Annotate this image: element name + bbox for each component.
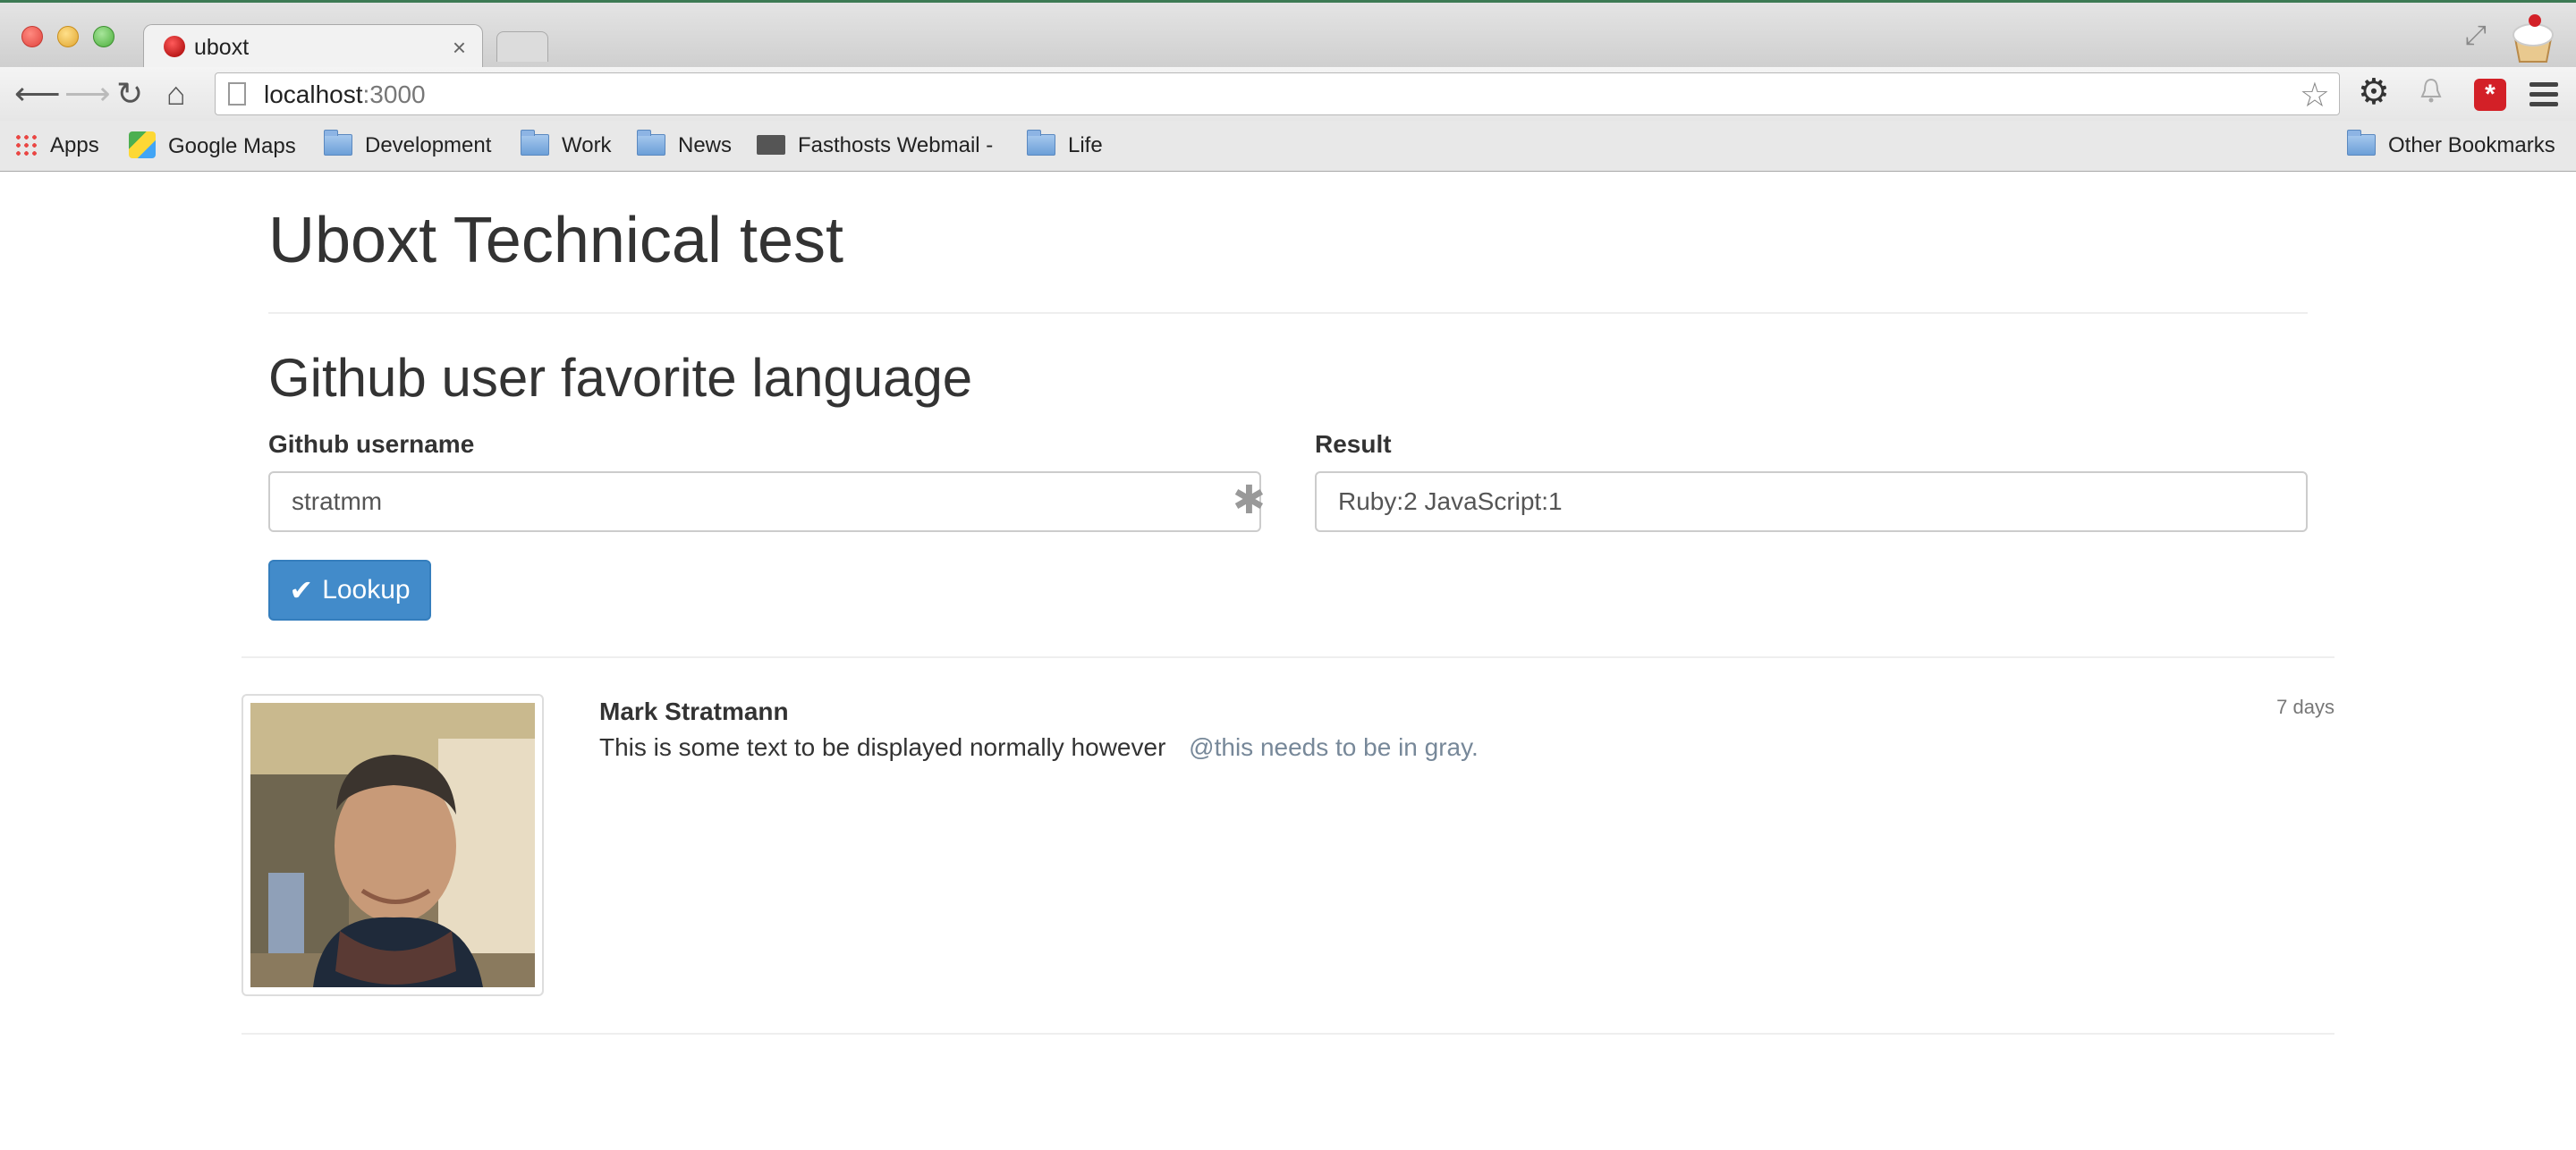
tab-strip: uboxt × ⤢	[0, 0, 2576, 71]
username-input[interactable]	[268, 471, 1261, 532]
lookup-label: Lookup	[322, 575, 411, 605]
post-time: 7 days	[2276, 696, 2334, 718]
close-window-button[interactable]	[21, 26, 43, 47]
profile-cupcake-icon[interactable]	[2508, 12, 2558, 63]
bookmark-fasthosts-webmail[interactable]: Fasthosts Webmail -	[757, 131, 993, 160]
forward-arrow-icon[interactable]: ⟶	[64, 76, 111, 112]
post-item: Mark Stratmann 7 days This is some text …	[242, 694, 2334, 1034]
notification-bell-icon[interactable]	[2420, 78, 2442, 103]
lastpass-icon[interactable]: *	[2474, 79, 2506, 111]
checkmark-icon: ✔	[289, 574, 314, 606]
tab-title: uboxt	[194, 35, 250, 60]
gear-icon[interactable]: ⚙	[2358, 72, 2390, 113]
bookmark-development[interactable]: Development	[324, 130, 491, 160]
mail-icon	[757, 135, 785, 155]
hamburger-menu-icon[interactable]	[2529, 82, 2558, 112]
new-tab-button[interactable]	[496, 31, 548, 62]
lookup-button[interactable]: ✔ Lookup	[268, 560, 431, 621]
address-bar[interactable]: localhost:3000 ☆	[215, 72, 2340, 115]
bookmark-news[interactable]: News	[637, 130, 732, 160]
divider	[242, 656, 2334, 658]
folder-icon	[1027, 130, 1055, 156]
divider	[268, 312, 2308, 314]
avatar[interactable]	[242, 694, 544, 996]
home-icon[interactable]: ⌂	[166, 76, 186, 112]
bookmark-apps[interactable]: Apps	[14, 131, 99, 160]
bookmark-google-maps[interactable]: Google Maps	[129, 131, 296, 160]
user-name: Mark Stratmann	[599, 698, 789, 725]
bookmark-other[interactable]: Other Bookmarks	[2347, 130, 2555, 160]
zoom-window-button[interactable]	[93, 26, 114, 47]
maps-icon	[129, 131, 156, 158]
tab-uboxt[interactable]: uboxt ×	[143, 24, 483, 71]
post-text: This is some text to be displayed normal…	[599, 733, 1479, 762]
post-mention: @this needs to be in gray.	[1189, 733, 1479, 761]
post-text-normal: This is some text to be displayed normal…	[599, 733, 1166, 761]
folder-icon	[2347, 130, 2376, 156]
fullscreen-icon[interactable]: ⤢	[2465, 21, 2487, 51]
page-icon	[228, 82, 246, 106]
result-label: Result	[1315, 430, 1392, 458]
back-arrow-icon[interactable]: ⟵	[14, 76, 61, 112]
bookmark-life[interactable]: Life	[1027, 130, 1103, 160]
bookmark-work[interactable]: Work	[521, 130, 612, 160]
folder-icon	[521, 130, 549, 156]
ruby-favicon-icon	[164, 36, 185, 57]
tab-close-icon[interactable]: ×	[453, 34, 466, 62]
url-text[interactable]: localhost:3000	[264, 80, 426, 109]
username-label: Github username	[268, 430, 475, 458]
bookmark-star-icon[interactable]: ☆	[2300, 75, 2330, 115]
folder-icon	[637, 130, 665, 156]
divider	[242, 1033, 2334, 1035]
browser-toolbar: ⟵ ⟶ ↻ ⌂ localhost:3000 ☆	[0, 67, 2576, 121]
folder-icon	[324, 130, 352, 156]
user-photo	[250, 703, 535, 987]
asterisk-icon: ✱	[1233, 478, 1266, 522]
reload-icon[interactable]: ↻	[116, 76, 143, 112]
section-title: Github user favorite language	[268, 348, 973, 408]
bookmarks-bar: Apps Google Maps Development Work News F…	[0, 121, 2576, 172]
apps-grid-icon	[14, 133, 38, 156]
page-title: Uboxt Technical test	[268, 205, 844, 276]
result-field[interactable]	[1315, 471, 2308, 532]
minimize-window-button[interactable]	[57, 26, 79, 47]
